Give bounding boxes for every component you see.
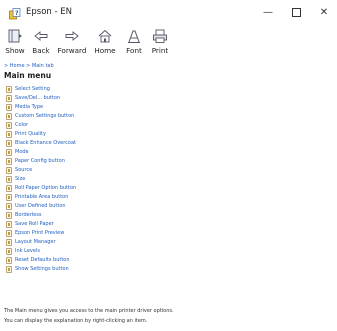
topic-icon [6, 221, 12, 228]
font-icon [128, 30, 140, 43]
topic-icon [6, 212, 12, 219]
back-arrow-icon [34, 31, 48, 41]
breadcrumb[interactable]: > Home > Main tab [4, 63, 54, 69]
topic-icon [6, 122, 12, 129]
menu-link[interactable]: Roll Paper Option button [15, 185, 76, 192]
menu-item[interactable]: Ink Levels [6, 247, 206, 256]
page-title: Main menu [4, 71, 52, 80]
forward-button[interactable]: Forward [56, 28, 88, 58]
topic-icon [6, 86, 12, 93]
menu-item[interactable]: Color [6, 121, 206, 130]
home-icon [98, 29, 112, 43]
home-label: Home [94, 46, 116, 55]
menu-item[interactable]: Paper Config button [6, 157, 206, 166]
maximize-button[interactable] [282, 4, 310, 22]
back-button[interactable]: Back [30, 28, 52, 58]
menu-item[interactable]: Source [6, 166, 206, 175]
help-content: > Home > Main tab Main menu Select Setti… [0, 60, 337, 331]
topic-icon [6, 104, 12, 111]
footer-line: You can display the explanation by right… [4, 318, 148, 324]
font-label: Font [126, 46, 142, 55]
menu-item[interactable]: Save Roll Paper [6, 220, 206, 229]
menu-link[interactable]: Select Setting [15, 86, 50, 93]
menu-item[interactable]: Layout Manager [6, 238, 206, 247]
show-label: Show [5, 46, 25, 55]
menu-item[interactable]: Borderless [6, 211, 206, 220]
show-button[interactable]: Show [4, 28, 26, 58]
help-app-icon: ? [9, 8, 21, 20]
menu-item[interactable]: Black Enhance Overcoat [6, 139, 206, 148]
topic-icon [6, 149, 12, 156]
menu-link[interactable]: Epson Print Preview [15, 230, 64, 237]
menu-item[interactable]: User Defined button [6, 202, 206, 211]
menu-link[interactable]: Black Enhance Overcoat [15, 140, 76, 147]
print-label: Print [151, 46, 169, 55]
menu-item[interactable]: Reset Defaults button [6, 256, 206, 265]
topic-icon [6, 257, 12, 264]
back-label: Back [32, 46, 50, 55]
menu-item[interactable]: Mode [6, 148, 206, 157]
menu-link[interactable]: Custom Settings button [15, 113, 74, 120]
print-icon [153, 29, 167, 43]
topic-icon [6, 194, 12, 201]
menu-item[interactable]: Size [6, 175, 206, 184]
minimize-button[interactable]: — [254, 4, 282, 22]
topic-icon [6, 248, 12, 255]
menu-item[interactable]: Print Quality [6, 130, 206, 139]
menu-link[interactable]: Color [15, 122, 28, 129]
menu-link[interactable]: Save Roll Paper [15, 221, 54, 228]
menu-link[interactable]: Media Type [15, 104, 43, 111]
title-bar: ? Epson - EN — ✕ [0, 0, 337, 26]
menu-link[interactable]: Reset Defaults button [15, 257, 70, 264]
topic-icon [6, 167, 12, 174]
svg-text:?: ? [15, 10, 19, 17]
menu-link[interactable]: Ink Levels [15, 248, 40, 255]
menu-item[interactable]: Printable Area button [6, 193, 206, 202]
topic-icon [6, 140, 12, 147]
topic-icon [6, 95, 12, 102]
forward-arrow-icon [65, 31, 79, 41]
footer-text: The Main menu gives you access to the ma… [4, 306, 334, 326]
show-icon [8, 29, 22, 43]
topic-icon [6, 113, 12, 120]
menu-link[interactable]: Size [15, 176, 25, 183]
topic-icon [6, 131, 12, 138]
menu-item[interactable]: Media Type [6, 103, 206, 112]
menu-item[interactable]: Show Settings button [6, 265, 206, 274]
menu-item[interactable]: Select Setting [6, 85, 206, 94]
topic-icon [6, 185, 12, 192]
menu-link[interactable]: Layout Manager [15, 239, 56, 246]
menu-link[interactable]: Paper Config button [15, 158, 65, 165]
toolbar: Show Back Forward Home Font Print [0, 26, 337, 60]
menu-item[interactable]: Roll Paper Option button [6, 184, 206, 193]
menu-item[interactable]: Save/Del... button [6, 94, 206, 103]
topic-icon [6, 239, 12, 246]
font-button[interactable]: Font [122, 28, 146, 58]
forward-label: Forward [57, 46, 87, 55]
topic-icon [6, 158, 12, 165]
close-button[interactable]: ✕ [310, 4, 337, 22]
menu-link[interactable]: User Defined button [15, 203, 66, 210]
menu-link[interactable]: Save/Del... button [15, 95, 60, 102]
maximize-icon [291, 7, 301, 17]
menu-link[interactable]: Mode [15, 149, 29, 156]
window-title: Epson - EN [26, 7, 72, 17]
menu-link[interactable]: Source [15, 167, 32, 174]
footer-line: The Main menu gives you access to the ma… [4, 308, 174, 314]
home-button[interactable]: Home [91, 28, 119, 58]
topic-icon [6, 203, 12, 210]
topic-icon [6, 266, 12, 273]
menu-item[interactable]: Custom Settings button [6, 112, 206, 121]
menu-link[interactable]: Borderless [15, 212, 41, 219]
print-button[interactable]: Print [148, 28, 172, 58]
menu-link[interactable]: Show Settings button [15, 266, 69, 273]
topic-icon [6, 176, 12, 183]
menu-item[interactable]: Epson Print Preview [6, 229, 206, 238]
menu-link[interactable]: Printable Area button [15, 194, 68, 201]
menu-link[interactable]: Print Quality [15, 131, 46, 138]
topic-icon [6, 230, 12, 237]
